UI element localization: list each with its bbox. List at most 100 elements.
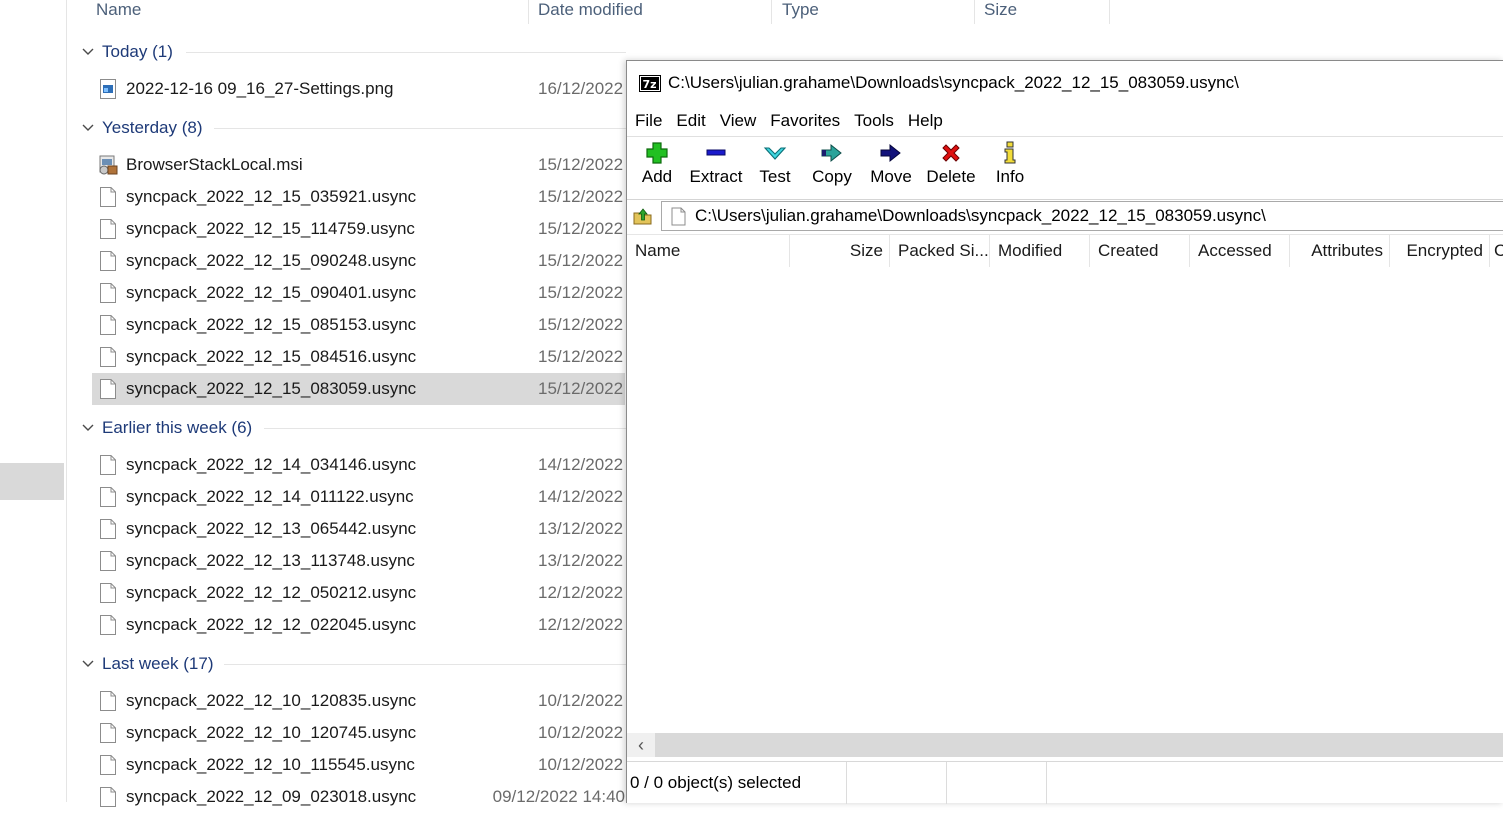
file-date: 13/12/2022 [538,551,624,570]
address-input[interactable]: C:\Users\julian.grahame\Downloads\syncpa… [661,201,1503,231]
column-separator[interactable] [974,0,975,24]
group-header-last-week[interactable]: Last week (17) [80,650,626,678]
file-row[interactable]: syncpack_2022_12_13_113748.usync 13/12/2… [92,545,625,577]
chevron-down-icon [82,124,94,131]
column-separator[interactable] [1109,0,1110,24]
list-column-packed-size[interactable]: Packed Si... [890,235,990,267]
group-divider [186,52,626,53]
file-name: BrowserStackLocal.msi [126,155,303,174]
move-button[interactable]: Move [867,137,915,199]
file-date: 14/12/2022 [538,487,624,506]
file-row[interactable]: BrowserStackLocal.msi 15/12/2022 [92,149,625,181]
group-header-yesterday[interactable]: Yesterday (8) [80,114,626,142]
list-column-created[interactable]: Created [1090,235,1190,267]
add-label: Add [641,167,673,186]
file-name: syncpack_2022_12_13_113748.usync [126,551,415,570]
column-header-name[interactable]: Name [96,0,141,22]
menu-favorites[interactable]: Favorites [763,111,847,131]
group-label: Earlier this week (6) [102,418,253,437]
info-icon [1004,141,1016,164]
horizontal-scrollbar[interactable]: ‹ [627,733,1503,757]
delete-button[interactable]: Delete [925,137,977,199]
file-name: syncpack_2022_12_12_022045.usync [126,615,417,634]
file-row[interactable]: syncpack_2022_12_12_022045.usync 12/12/2… [92,609,625,641]
info-label: Info [995,167,1025,186]
list-column-attributes[interactable]: Attributes [1290,235,1390,267]
svg-text:7z: 7z [643,78,657,91]
list-column-encrypted[interactable]: Encrypted [1390,235,1490,267]
file-row[interactable]: syncpack_2022_12_15_084516.usync 15/12/2… [92,341,625,373]
list-column-comment[interactable]: C [1490,235,1503,267]
column-separator[interactable] [528,0,529,24]
file-row[interactable]: syncpack_2022_12_10_120835.usync 10/12/2… [92,685,625,717]
menu-help[interactable]: Help [901,111,950,131]
list-column-size[interactable]: Size [790,235,890,267]
file-icon [671,207,686,225]
file-icon [100,219,116,239]
file-date: 16/12/2022 [538,79,624,98]
menu-file[interactable]: File [627,111,669,131]
menu-view[interactable]: View [713,111,764,131]
file-row[interactable]: 2022-12-16 09_16_27-Settings.png 16/12/2… [92,73,625,105]
chevron-down-icon [82,660,94,667]
column-header-type[interactable]: Type [782,0,819,22]
column-header-size[interactable]: Size [984,0,1017,22]
group-label: Yesterday (8) [102,118,203,137]
file-icon [100,583,116,603]
group-label: Last week (17) [102,654,214,673]
column-separator[interactable] [771,0,772,24]
window-title-bar[interactable]: 7z C:\Users\julian.grahame\Downloads\syn… [627,61,1503,105]
list-column-accessed[interactable]: Accessed [1190,235,1290,267]
file-row[interactable]: syncpack_2022_12_15_090401.usync 15/12/2… [92,277,625,309]
status-cell [947,762,1047,804]
column-header-date-modified[interactable]: Date modified [538,0,643,22]
file-row[interactable]: syncpack_2022_12_09_023018.usync 09/12/2… [92,781,625,813]
navigation-selected-item[interactable] [0,463,64,500]
add-button[interactable]: Add [637,137,677,199]
list-column-modified[interactable]: Modified [990,235,1090,267]
file-date: 15/12/2022 [538,283,624,302]
file-icon [100,283,116,303]
list-column-name[interactable]: Name [627,235,790,267]
file-row[interactable]: syncpack_2022_12_15_114759.usync 15/12/2… [92,213,625,245]
status-selection: 0 / 0 object(s) selected [627,762,847,804]
file-row[interactable]: syncpack_2022_12_15_090248.usync 15/12/2… [92,245,625,277]
file-row[interactable]: syncpack_2022_12_10_120745.usync 10/12/2… [92,717,625,749]
extract-button[interactable]: Extract [687,137,745,199]
file-name: syncpack_2022_12_15_090401.usync [126,283,417,302]
file-name: syncpack_2022_12_10_120835.usync [126,691,417,710]
file-row-selected[interactable]: syncpack_2022_12_15_083059.usync 15/12/2… [92,373,625,405]
file-row[interactable]: syncpack_2022_12_14_011122.usync 14/12/2… [92,481,625,513]
7zip-app-icon: 7z [639,74,661,92]
scroll-left-icon[interactable]: ‹ [627,733,655,757]
file-name: syncpack_2022_12_15_035921.usync [126,187,417,206]
file-row[interactable]: syncpack_2022_12_15_085153.usync 15/12/2… [92,309,625,341]
menu-edit[interactable]: Edit [669,111,712,131]
file-name: syncpack_2022_12_14_011122.usync [126,487,414,506]
folder-up-icon[interactable] [631,205,655,227]
menu-tools[interactable]: Tools [847,111,901,131]
file-row[interactable]: syncpack_2022_12_10_115545.usync 10/12/2… [92,749,625,781]
test-button[interactable]: Test [755,137,795,199]
file-row[interactable]: syncpack_2022_12_14_034146.usync 14/12/2… [92,449,625,481]
file-date: 13/12/2022 [538,519,624,538]
file-date: 12/12/2022 [538,615,624,634]
file-date: 15/12/2022 [538,187,624,206]
group-header-earlier-this-week[interactable]: Earlier this week (6) [80,414,626,442]
file-name: syncpack_2022_12_15_090248.usync [126,251,417,270]
chevron-down-icon [82,424,94,431]
file-date: 10/12/2022 [538,723,624,742]
file-name: 2022-12-16 09_16_27-Settings.png [126,79,394,98]
file-date: 15/12/2022 [538,219,624,238]
info-button[interactable]: Info [991,137,1029,199]
navigation-pane [0,0,67,802]
file-date: 09/12/2022 14:40 [492,787,625,806]
delete-label: Delete [926,167,976,186]
file-icon [100,347,116,367]
copy-button[interactable]: Copy [809,137,855,199]
file-row[interactable]: syncpack_2022_12_12_050212.usync 12/12/2… [92,577,625,609]
file-icon [100,187,116,207]
group-header-today[interactable]: Today (1) [80,38,626,66]
file-row[interactable]: syncpack_2022_12_13_065442.usync 13/12/2… [92,513,625,545]
file-row[interactable]: syncpack_2022_12_15_035921.usync 15/12/2… [92,181,625,213]
